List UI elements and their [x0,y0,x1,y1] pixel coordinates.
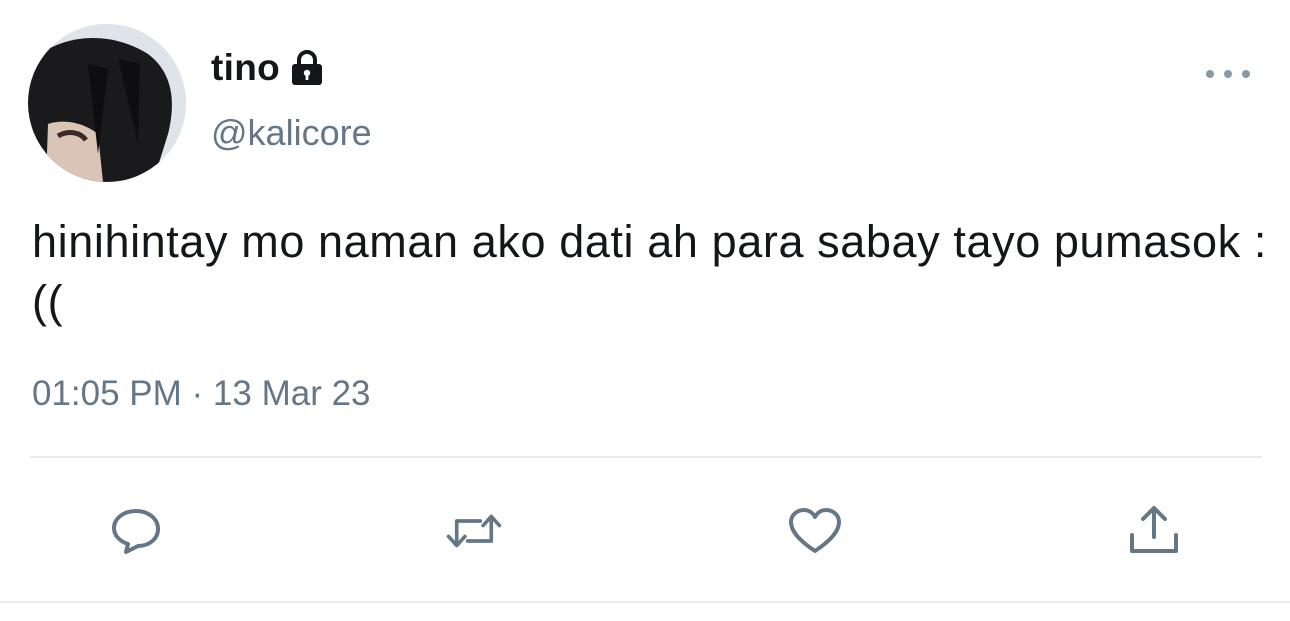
tweet-timestamp[interactable]: 01:05 PM · 13 Mar 23 [32,374,371,414]
tweet-card: tino @kalicore hinihintay mo naman ako d… [0,0,1290,621]
divider-bottom [0,601,1290,603]
share-button[interactable] [1124,503,1184,559]
lock-icon [290,50,324,86]
author-name-row[interactable]: tino [211,44,324,92]
reply-button[interactable] [106,503,166,559]
user-handle[interactable]: @kalicore [211,112,372,154]
action-bar [0,503,1290,559]
like-button[interactable] [785,503,845,559]
timestamp-separator: · [181,374,213,413]
reply-icon [112,509,160,554]
tweet-text: hinihintay mo naman ako dati ah para sab… [32,216,1267,327]
avatar[interactable] [28,24,186,182]
avatar-photo [28,24,186,182]
retweet-button[interactable] [444,503,504,559]
tweet-time: 01:05 PM [32,374,182,413]
tweet-date: 13 Mar 23 [212,374,371,413]
like-heart-icon [789,508,841,553]
share-icon [1130,506,1178,553]
display-name[interactable]: tino [211,47,280,89]
more-options-icon[interactable] [1206,62,1250,86]
divider [30,456,1262,458]
retweet-icon [446,514,502,548]
